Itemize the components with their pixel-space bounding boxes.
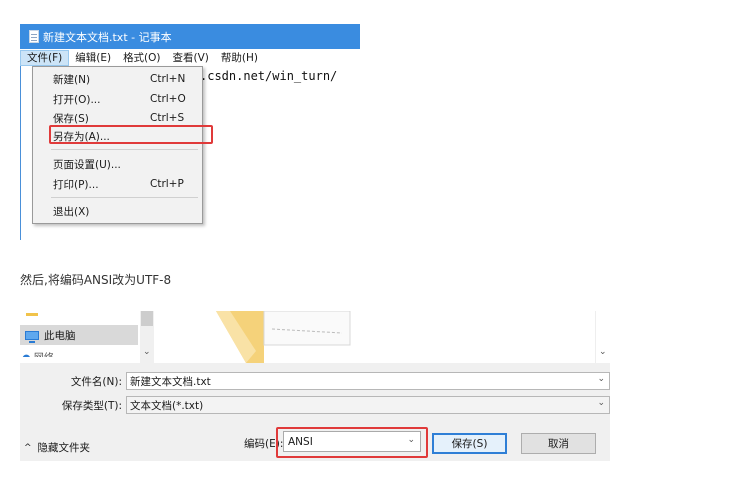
file-menu-dropdown: 新建(N) Ctrl+N 打开(O)... Ctrl+O 保存(S) Ctrl+… (32, 66, 213, 224)
chevron-down-icon[interactable]: ⌄ (599, 347, 607, 357)
hide-folders-toggle[interactable]: ^ 隐藏文件夹 (24, 440, 90, 455)
menu-item-page-setup[interactable]: 页面设置(U)... (33, 154, 202, 174)
nav-item-this-pc[interactable]: 此电脑 (20, 325, 138, 345)
scroll-thumb[interactable] (141, 311, 153, 326)
chevron-up-icon: ^ (24, 442, 32, 453)
file-content-pane[interactable]: ⌄ (154, 311, 610, 363)
chevron-down-icon[interactable]: ⌄ (143, 347, 151, 357)
menu-item-label: 新建(N) (53, 73, 91, 86)
menu-item-new[interactable]: 新建(N) Ctrl+N (33, 69, 202, 89)
cancel-button[interactable]: 取消 (521, 433, 596, 454)
menu-item-label: 页面设置(U)... (53, 158, 121, 171)
filename-label: 文件名(N): (70, 376, 122, 388)
navigation-pane: 此电脑 ● 网络 (20, 311, 154, 363)
nav-item-label: 此电脑 (44, 329, 76, 342)
chevron-down-icon[interactable]: ⌄ (597, 398, 605, 408)
notepad-title: 新建文本文档.txt - 记事本 (43, 30, 172, 44)
notepad-menubar: 文件(F) 编辑(E) 格式(O) 查看(V) 帮助(H) (20, 49, 360, 67)
folder-preview-icon (216, 311, 351, 363)
filename-field[interactable]: 新建文本文档.txt ⌄ (126, 372, 610, 390)
menu-item-print[interactable]: 打印(P)... Ctrl+P (33, 174, 202, 194)
instruction-caption: 然后,将编码ANSI改为UTF-8 (20, 273, 172, 287)
folder-icon (26, 313, 38, 316)
menu-separator (51, 197, 198, 198)
menu-item-label: 打开(O)... (53, 93, 101, 106)
menu-item-exit[interactable]: 退出(X) (33, 201, 202, 221)
menu-view[interactable]: 查看(V) (167, 50, 215, 66)
save-button[interactable]: 保存(S) (432, 433, 507, 454)
filetype-label: 保存类型(T): (61, 400, 122, 412)
menu-item-open[interactable]: 打开(O)... Ctrl+O (33, 89, 202, 109)
nav-item-network[interactable]: ● 网络 (22, 349, 82, 357)
filetype-value: 文本文档(*.txt) (130, 399, 204, 412)
save-as-dialog: 此电脑 ● 网络 ⌄ ⌄ 文件名(N): 新建文本文档.txt ⌄ 保存类型(T… (20, 311, 610, 461)
menu-item-label: 保存(S) (53, 112, 89, 125)
menu-item-shortcut: Ctrl+N (150, 73, 186, 85)
menu-item-shortcut: Ctrl+S (150, 112, 185, 124)
nav-scrollbar[interactable]: ⌄ (140, 311, 154, 363)
menu-item-label: 打印(P)... (53, 178, 99, 191)
menu-separator (51, 149, 198, 150)
computer-icon (25, 330, 39, 343)
notepad-title-bar: 新建文本文档.txt - 记事本 (20, 24, 360, 49)
hide-folders-label: 隐藏文件夹 (37, 442, 91, 454)
menu-format[interactable]: 格式(O) (117, 50, 166, 66)
menu-item-label: 退出(X) (53, 205, 90, 218)
content-scrollbar[interactable]: ⌄ (595, 311, 610, 363)
filetype-select[interactable]: 文本文档(*.txt) ⌄ (126, 396, 610, 414)
menu-edit[interactable]: 编辑(E) (69, 50, 117, 66)
notepad-text[interactable]: .csdn.net/win_turn/ (200, 69, 337, 83)
menu-item-shortcut: Ctrl+O (150, 93, 186, 105)
menu-help[interactable]: 帮助(H) (215, 50, 264, 66)
highlight-box-save-as (49, 125, 213, 144)
filename-value: 新建文本文档.txt (130, 375, 211, 388)
highlight-box-encoding (276, 427, 428, 458)
notepad-icon (29, 30, 39, 43)
text-caret-line (20, 66, 21, 240)
chevron-down-icon[interactable]: ⌄ (597, 374, 605, 384)
menu-file[interactable]: 文件(F) (20, 50, 70, 66)
menu-item-shortcut: Ctrl+P (150, 178, 184, 190)
